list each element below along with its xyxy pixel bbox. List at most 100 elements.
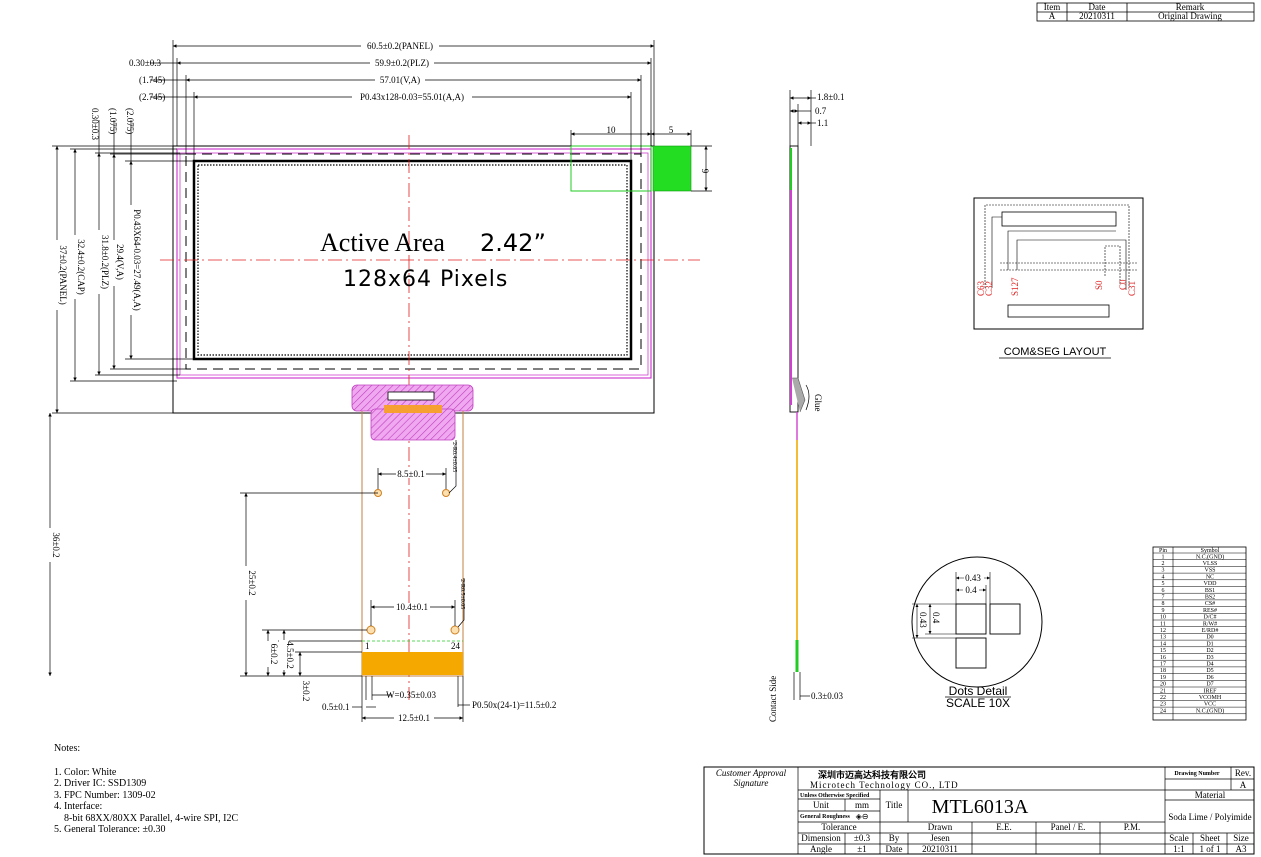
note-1: 1. Color: White — [54, 766, 117, 778]
ee-label: E.E. — [996, 822, 1012, 832]
sheet-label: Sheet — [1200, 833, 1220, 843]
dim-cap-height: 32.4±0.2(CAP) — [76, 239, 86, 294]
pin-symbol: D2 — [1206, 648, 1213, 654]
fpc: 1 24 8.5±0.1 2-R0.4±0.05 10.4±0.1 2-R0.5… — [45, 384, 556, 723]
pin-number: 24 — [1160, 708, 1166, 714]
title-label: Title — [886, 800, 903, 810]
pin-number: 21 — [1160, 688, 1166, 694]
dim-left-small-2: (2.075) — [125, 108, 135, 134]
drawn-by: Jesen — [930, 833, 950, 843]
drawn-date: 20210311 — [922, 844, 958, 854]
dim-3: 3±0.2 — [301, 681, 311, 702]
dots-dim-043v: 0.43 — [918, 612, 928, 628]
pin-symbol: CS# — [1205, 601, 1215, 607]
pin-number: 6 — [1162, 588, 1165, 594]
pixels-label: 128x64 Pixels — [343, 267, 508, 292]
side-dim-0: 1.8±0.1 — [817, 92, 844, 102]
pin-first-label: 1 — [365, 641, 370, 651]
pin-symbol: D6 — [1206, 675, 1213, 681]
contact-side-label: Contact Side — [768, 676, 778, 722]
pin-symbol: VLSS — [1203, 561, 1218, 567]
panel-e-label: Panel / E. — [1051, 822, 1086, 832]
size-value: A3 — [1236, 844, 1247, 854]
dim-top-left-1: (1.745) — [139, 75, 165, 85]
pin-number: 14 — [1160, 641, 1166, 647]
drawn-label: Drawn — [928, 822, 953, 832]
angle-tol: ±1 — [857, 844, 866, 854]
pin-symbol: N.C.(GND) — [1196, 707, 1224, 714]
dim-trace-width: W=0.35±0.03 — [386, 690, 437, 700]
com-seg-caption: COM&SEG LAYOUT — [1004, 346, 1107, 358]
pin-table: Pin Symbol 1 N.C.(GND)2 VLSS3 VSS4 NC5 VDD6 BS… — [1152, 546, 1247, 721]
pin-symbol: D4 — [1206, 662, 1213, 668]
pin-last-label: 24 — [451, 641, 461, 651]
side-dim-2: 1.1 — [817, 118, 828, 128]
pin-number: 19 — [1160, 675, 1166, 681]
pin-symbol: D/C# — [1203, 615, 1216, 621]
pin-number: 3 — [1162, 568, 1165, 574]
side-thickness: 0.3±0.03 — [811, 691, 843, 701]
pin-number: 13 — [1160, 635, 1166, 641]
dim-top-left-2: (2.745) — [139, 92, 165, 102]
dim-0-5: 0.5±0.1 — [322, 702, 349, 712]
rev-remark: Original Drawing — [1158, 11, 1222, 21]
notes-title: Notes: — [54, 743, 81, 754]
pin-number: 20 — [1160, 682, 1166, 688]
note-4-detail: 8-bit 68XX/80XX Parallel, 4-wire SPI, I2… — [54, 812, 239, 824]
pin-symbol: VCOMH — [1199, 695, 1222, 701]
signature: Signature — [734, 778, 769, 788]
pin-number: 16 — [1160, 655, 1166, 661]
dim-hole-top: 2-R0.4±0.05 — [451, 442, 457, 472]
glue-label: Glue — [813, 394, 823, 412]
pin-symbol: BS2 — [1205, 595, 1215, 601]
front-view: Active Area 2.42” 128x64 Pixels 60.5±0.2… — [52, 40, 712, 700]
dim-va-width: 57.01(V,A) — [380, 75, 420, 85]
by-label: By — [889, 833, 900, 843]
material-label: Material — [1195, 790, 1226, 800]
dots-dim-043: 0.43 — [965, 573, 981, 583]
dots-dim-04v: 0.4 — [931, 612, 941, 624]
scale-value: 1:1 — [1173, 844, 1185, 854]
dim-left-small-1: (1.075) — [108, 108, 118, 134]
pin-symbol: BS1 — [1205, 588, 1215, 594]
pin-number: 15 — [1160, 648, 1166, 654]
dim-10: 10 — [607, 125, 617, 135]
label-c31: C31 — [1127, 281, 1137, 296]
unless-specified: Unless Otherwise Specified — [800, 793, 870, 799]
pin-number: 22 — [1160, 695, 1166, 701]
drawing-number-label: Drawing Number — [1174, 771, 1220, 777]
pin-number: 18 — [1160, 668, 1166, 674]
pin-number: 10 — [1160, 615, 1166, 621]
rev-date: 20210311 — [1079, 11, 1115, 21]
dim-5: 5 — [669, 125, 674, 135]
pin-symbol: D1 — [1206, 641, 1213, 647]
dim-plz-width: 59.9±0.2(PLZ) — [375, 58, 429, 68]
roughness-symbol-icon: ◈⊖ — [856, 812, 869, 821]
pin-number: 1 — [1162, 554, 1165, 560]
tolerance-label: Tolerance — [821, 822, 856, 832]
dimension-tol: ±0.3 — [854, 833, 871, 843]
pin-number: 5 — [1162, 581, 1165, 587]
title-block: Customer Approval Signature 深圳市迈高达科技有限公司… — [703, 766, 1255, 855]
pin-number: 9 — [1162, 608, 1165, 614]
dim-36: 36±0.2 — [51, 532, 61, 557]
active-area-size: 2.42” — [480, 229, 546, 257]
side-view: 1.8±0.1 0.7 1.1 Glue Contact Side 0.3±0.… — [768, 90, 844, 722]
unit-label: Unit — [813, 800, 830, 810]
label-c32: C32 — [984, 281, 994, 296]
dim-va-height: 29.4(V,A) — [115, 244, 125, 280]
pin-symbol: N.C.(GND) — [1196, 553, 1224, 560]
pin-number: 7 — [1162, 595, 1165, 601]
label-s0: S0 — [1094, 280, 1104, 290]
pin-symbol: D3 — [1206, 655, 1213, 661]
pin-symbol: VSS — [1204, 568, 1215, 574]
com-seg-layout: C63 C32 S127 S0 C0 C31 COM&SEG LAYOUT — [973, 197, 1144, 359]
dim-aa-width: P0.43x128-0.03=55.01(A,A) — [360, 92, 464, 102]
pin-symbol: VDD — [1204, 581, 1218, 587]
dim-25: 25±0.2 — [247, 570, 257, 595]
dim-9: 9 — [700, 169, 710, 174]
drawing-title: MTL6013A — [932, 796, 1029, 818]
dim-aa-height: P0.43X64-0.03=27.49(A,A) — [132, 209, 142, 311]
pin-symbol: D5 — [1206, 668, 1213, 674]
pin-number: 2 — [1162, 561, 1165, 567]
